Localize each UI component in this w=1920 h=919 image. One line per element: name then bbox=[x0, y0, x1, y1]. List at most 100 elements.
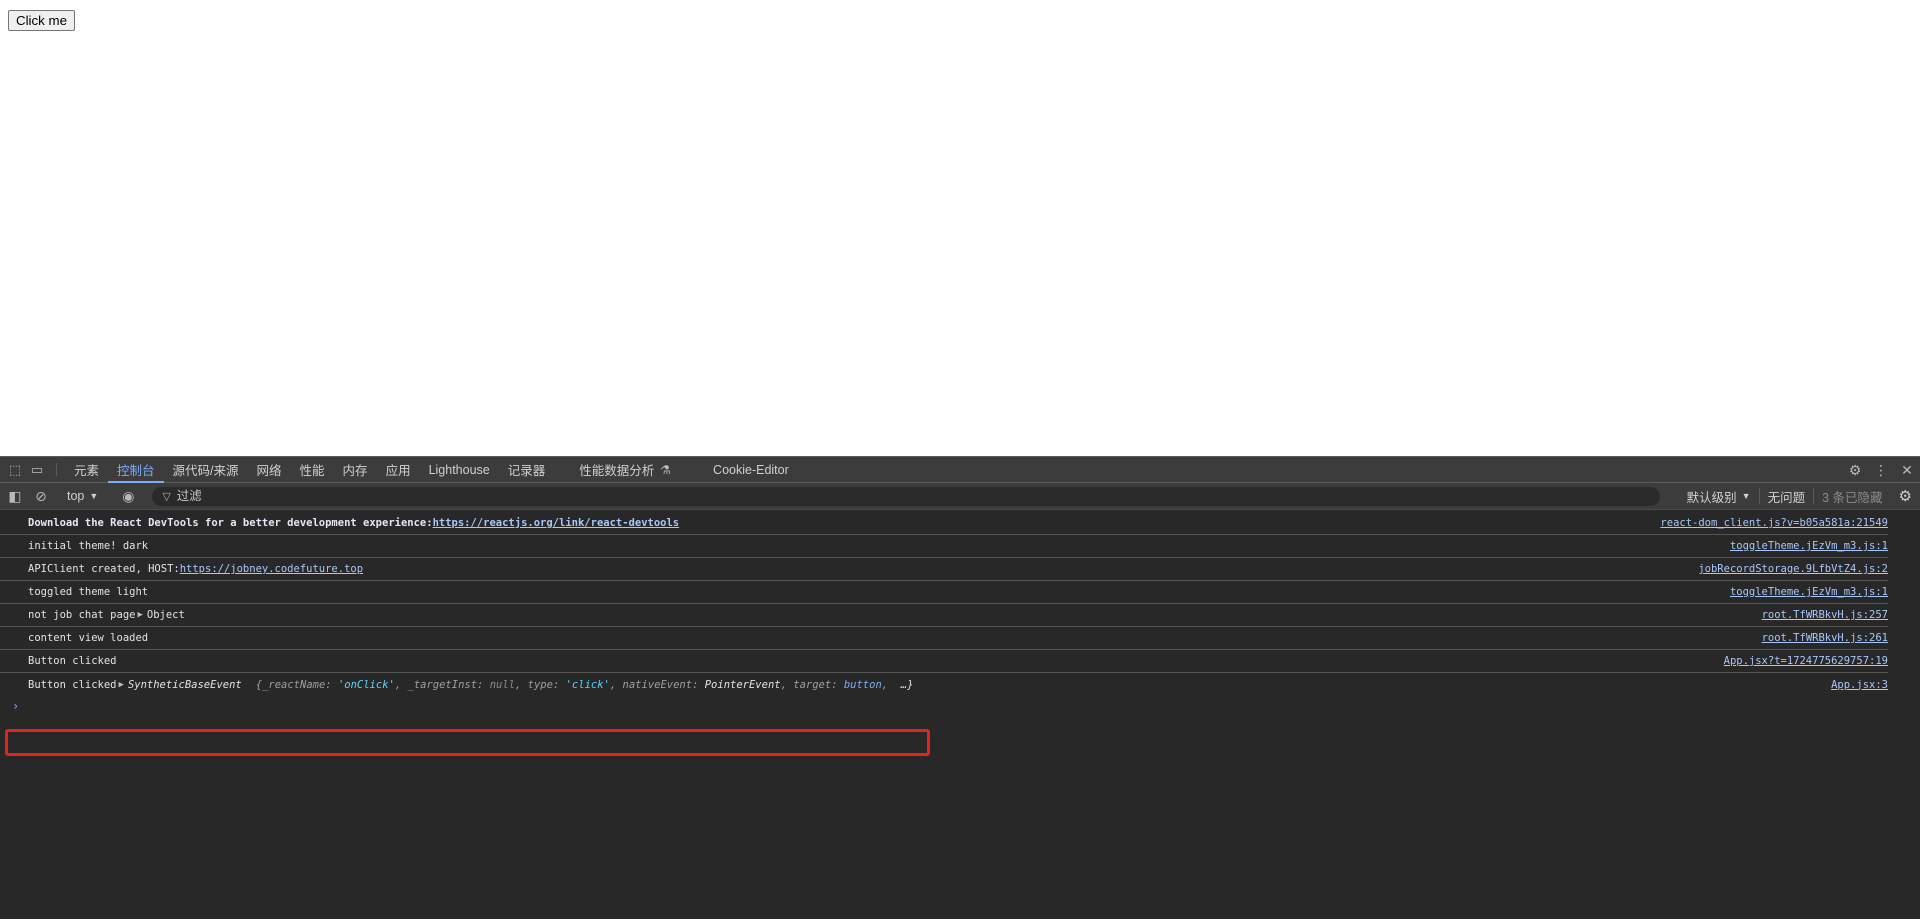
source-link[interactable]: toggleTheme.jEzVm_m3.js:1 bbox=[1730, 586, 1888, 598]
console-message-text: content view loaded bbox=[28, 632, 149, 644]
prop-value-string: 'onClick' bbox=[337, 678, 395, 691]
gear-icon[interactable]: ⚙ bbox=[1842, 462, 1868, 479]
source-link[interactable]: root.TfWRBkvH.js:261 bbox=[1762, 632, 1888, 644]
source-link[interactable]: root.TfWRBkvH.js:257 bbox=[1762, 609, 1888, 621]
tab-cookie-editor[interactable]: Cookie-Editor bbox=[704, 457, 798, 482]
source-link[interactable]: jobRecordStorage.9LfbVtZ4.js:2 bbox=[1698, 563, 1888, 575]
console-message-link[interactable]: https://reactjs.org/link/react-devtools bbox=[433, 517, 680, 529]
devtools-panel: ⬚ ▭ 元素 控制台 源代码/来源 网络 性能 内存 应用 Lighthouse… bbox=[0, 456, 1920, 919]
prop-value-class: PointerEvent bbox=[704, 678, 781, 691]
tab-recorder[interactable]: 记录器 bbox=[499, 457, 555, 482]
tab-label: 内存 bbox=[342, 464, 368, 478]
console-message-text: Button clicked bbox=[28, 655, 117, 667]
context-selector[interactable]: top ▼ bbox=[61, 489, 104, 503]
prop-value-element: button bbox=[843, 678, 882, 691]
sidebar-toggle-icon[interactable]: ◧ bbox=[4, 485, 26, 507]
source-link[interactable]: toggleTheme.jEzVm_m3.js:1 bbox=[1730, 540, 1888, 552]
prop-value-null: null bbox=[489, 678, 515, 691]
comma: , bbox=[609, 678, 623, 691]
console-message-text: Button clicked bbox=[28, 678, 117, 691]
object-preview[interactable]: Object bbox=[147, 609, 185, 621]
tab-label: 性能 bbox=[299, 464, 325, 478]
tab-label: 控制台 bbox=[117, 464, 155, 478]
prop-key: _targetInst bbox=[407, 678, 478, 691]
comma: , bbox=[780, 678, 794, 691]
prop-value-string: 'click' bbox=[565, 678, 610, 691]
caret-down-icon: ▼ bbox=[1741, 491, 1751, 501]
filterbar-right: 默认级别 ▼ 无问题 3 条已隐藏 ⚙ bbox=[1679, 483, 1920, 509]
tab-memory[interactable]: 内存 bbox=[334, 457, 377, 482]
console-row-highlighted: Button clicked ▶ SyntheticBaseEvent {_re… bbox=[0, 673, 1888, 696]
object-preview[interactable]: {_reactName: 'onClick', _targetInst: nul… bbox=[256, 679, 914, 691]
live-expression-eye-icon[interactable]: ◉ bbox=[117, 485, 139, 507]
clear-console-icon[interactable]: ⊘ bbox=[30, 485, 52, 507]
context-label: top bbox=[67, 489, 85, 503]
devtools-tabbar: ⬚ ▭ 元素 控制台 源代码/来源 网络 性能 内存 应用 Lighthouse… bbox=[0, 456, 1920, 483]
comma: , bbox=[881, 678, 901, 691]
filter-input-wrapper: ▽ bbox=[152, 486, 1661, 506]
tab-console[interactable]: 控制台 bbox=[108, 457, 164, 483]
expand-triangle-icon[interactable]: ▶ bbox=[137, 610, 142, 620]
tab-label: 源代码/来源 bbox=[172, 464, 239, 478]
tab-label: Lighthouse bbox=[428, 462, 490, 477]
console-messages: Download the React DevTools for a better… bbox=[0, 512, 1920, 919]
tab-label: Cookie-Editor bbox=[713, 462, 789, 477]
console-row: APIClient created, HOST: https://jobney.… bbox=[0, 558, 1888, 581]
tabbar-actions: ⚙ ⋮ ✕ bbox=[1825, 457, 1920, 483]
tab-performance-insights[interactable]: 性能数据分析 ⚗ bbox=[570, 457, 680, 482]
source-link[interactable]: App.jsx?t=1724775629757:19 bbox=[1724, 655, 1888, 667]
hidden-messages-count: 3 条已隐藏 bbox=[1822, 490, 1883, 505]
device-toolbar-icon[interactable]: ▭ bbox=[26, 457, 48, 482]
console-row: initial theme! dark toggleTheme.jEzVm_m3… bbox=[0, 535, 1888, 558]
page-viewport: Click me bbox=[0, 0, 1920, 456]
colon: : bbox=[692, 678, 705, 691]
filter-icon: ▽ bbox=[162, 490, 171, 503]
colon: : bbox=[831, 678, 844, 691]
console-row: content view loaded root.TfWRBkvH.js:261 bbox=[0, 627, 1888, 650]
tab-application[interactable]: 应用 bbox=[377, 457, 420, 482]
colon: : bbox=[477, 678, 490, 691]
console-message-link[interactable]: https://jobney.codefuture.top bbox=[180, 563, 363, 575]
issues-button[interactable]: 无问题 bbox=[1760, 487, 1814, 506]
colon: : bbox=[552, 678, 566, 691]
inspect-element-icon[interactable]: ⬚ bbox=[4, 457, 26, 482]
console-row: Button clicked App.jsx?t=1724775629757:1… bbox=[0, 650, 1888, 673]
console-prompt[interactable]: › bbox=[0, 696, 1920, 716]
prompt-chevron-icon: › bbox=[12, 699, 20, 713]
prop-key: nativeEvent bbox=[622, 678, 693, 691]
tab-label: 元素 bbox=[74, 464, 100, 478]
kebab-menu-icon[interactable]: ⋮ bbox=[1868, 462, 1894, 479]
tab-label: 应用 bbox=[385, 464, 411, 478]
tab-performance[interactable]: 性能 bbox=[291, 457, 334, 482]
prop-key: _reactName bbox=[262, 678, 326, 691]
colon: : bbox=[325, 678, 338, 691]
console-settings-gear-icon[interactable]: ⚙ bbox=[1891, 487, 1920, 505]
expand-triangle-icon[interactable]: ▶ bbox=[119, 680, 124, 690]
console-message-text: APIClient created, HOST: bbox=[28, 563, 180, 575]
tab-label: 性能数据分析 bbox=[579, 464, 655, 478]
click-me-button[interactable]: Click me bbox=[8, 10, 75, 31]
source-link[interactable]: react-dom_client.js?v=b05a581a:21549 bbox=[1660, 517, 1888, 529]
tab-sources[interactable]: 源代码/来源 bbox=[164, 457, 248, 482]
console-row: not job chat page ▶ Object root.TfWRBkvH… bbox=[0, 604, 1888, 627]
comma: , bbox=[515, 678, 528, 691]
tab-lighthouse[interactable]: Lighthouse bbox=[420, 457, 499, 482]
tab-elements[interactable]: 元素 bbox=[65, 457, 108, 482]
divider bbox=[56, 463, 57, 476]
tab-network[interactable]: 网络 bbox=[248, 457, 291, 482]
close-icon[interactable]: ✕ bbox=[1894, 462, 1920, 479]
log-level-dropdown[interactable]: 默认级别 ▼ bbox=[1679, 487, 1759, 506]
source-link[interactable]: App.jsx:3 bbox=[1831, 679, 1888, 691]
console-filterbar: ◧ ⊘ top ▼ ◉ ▽ 默认级别 ▼ 无问题 3 条已隐藏 ⚙ bbox=[0, 483, 1920, 510]
prop-key: type bbox=[527, 678, 553, 691]
console-message-text: toggled theme light bbox=[28, 586, 149, 598]
red-highlight-box bbox=[5, 729, 930, 756]
object-class-name[interactable]: SyntheticBaseEvent bbox=[128, 679, 242, 691]
comma: , bbox=[394, 678, 408, 691]
console-row: Download the React DevTools for a better… bbox=[0, 512, 1888, 535]
console-row: toggled theme light toggleTheme.jEzVm_m3… bbox=[0, 581, 1888, 604]
filter-input[interactable] bbox=[176, 489, 1577, 503]
console-message-text: not job chat page bbox=[28, 609, 136, 621]
console-message-text: Download the React DevTools for a better… bbox=[28, 517, 433, 529]
console-message-text: initial theme! dark bbox=[28, 540, 149, 552]
